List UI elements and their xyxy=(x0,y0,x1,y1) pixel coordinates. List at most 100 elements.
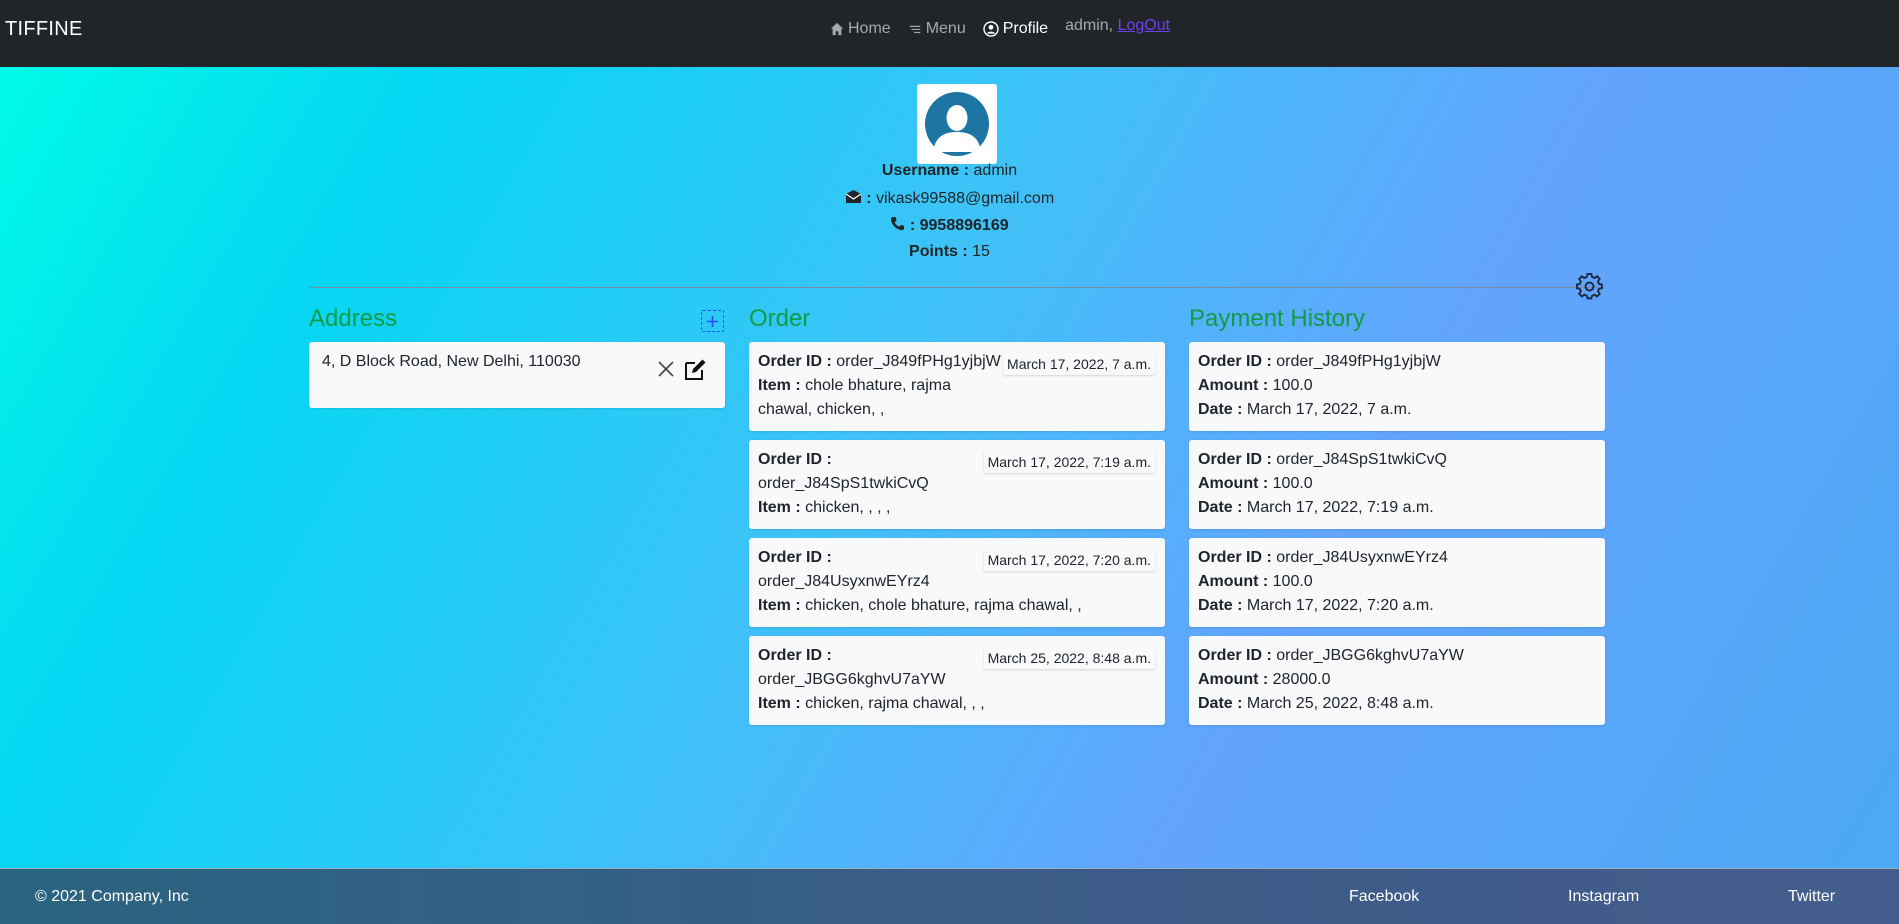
payment-date-label: Date : xyxy=(1198,499,1243,516)
footer: © 2021 Company, Inc Facebook Instagram T… xyxy=(0,868,1899,924)
order-items-row: Item : chicken, rajma chawal, , , xyxy=(758,692,985,716)
order-id: order_JBGG6kghvU7aYW xyxy=(758,671,946,688)
username-value: admin xyxy=(973,162,1018,179)
order-id-label-row: Order ID : xyxy=(758,448,929,472)
section-divider xyxy=(309,287,1604,288)
order-card: Order ID : order_J84UsyxnwEYrz4 Item : c… xyxy=(749,538,1165,627)
order-id-label-row: Order ID : xyxy=(758,644,985,668)
payment-details: Order ID : order_J849fPHg1yjbjW Amount :… xyxy=(1198,350,1441,422)
payment-amount-row: Amount : 28000.0 xyxy=(1198,668,1464,692)
payment-date-label: Date : xyxy=(1198,401,1243,418)
payment-card: Order ID : order_J84SpS1twkiCvQ Amount :… xyxy=(1189,440,1605,529)
address-text: 4, D Block Road, New Delhi, 110030 xyxy=(322,353,581,370)
nav-home-label: Home xyxy=(848,20,891,37)
envelope-icon xyxy=(845,190,862,203)
order-details: Order ID : order_JBGG6kghvU7aYW Item : c… xyxy=(758,644,985,716)
payment-date: March 17, 2022, 7:19 a.m. xyxy=(1246,499,1434,516)
payment-amount-row: Amount : 100.0 xyxy=(1198,472,1447,496)
order-item-label: Item : xyxy=(758,597,801,614)
points-value: 15 xyxy=(972,243,990,260)
nav-username: admin, xyxy=(1065,17,1114,34)
order-details: Order ID : order_J849fPHg1yjbjW Item : c… xyxy=(758,350,1001,422)
payment-id-row: Order ID : order_J849fPHg1yjbjW xyxy=(1198,350,1441,374)
order-id-label: Order ID : xyxy=(758,549,832,566)
payment-details: Order ID : order_J84SpS1twkiCvQ Amount :… xyxy=(1198,448,1447,520)
nav-profile-link[interactable]: Profile xyxy=(983,20,1048,38)
payment-date-row: Date : March 17, 2022, 7:19 a.m. xyxy=(1198,496,1447,520)
payment-id-row: Order ID : order_J84UsyxnwEYrz4 xyxy=(1198,546,1448,570)
add-address-button[interactable] xyxy=(701,310,724,332)
payment-order-id: order_JBGG6kghvU7aYW xyxy=(1276,647,1464,664)
order-items: chicken, chole bhature, rajma chawal, , xyxy=(805,597,1082,614)
payment-card: Order ID : order_J849fPHg1yjbjW Amount :… xyxy=(1189,342,1605,431)
order-id: order_J84UsyxnwEYrz4 xyxy=(758,573,930,590)
order-id-row: Order ID : order_J849fPHg1yjbjW xyxy=(758,350,1001,374)
top-navbar: TIFFINE Home Menu Profile admin, LogOut xyxy=(0,0,1899,67)
footer-link-twitter[interactable]: Twitter xyxy=(1788,888,1835,906)
order-id-label: Order ID : xyxy=(758,647,832,664)
order-item-label: Item : xyxy=(758,695,801,712)
payment-id-label: Order ID : xyxy=(1198,647,1272,664)
payment-amount-label: Amount : xyxy=(1198,671,1269,688)
phone-row: : 9958896169 xyxy=(0,216,1899,235)
points-row: Points : 15 xyxy=(0,243,1899,261)
nav-home-link[interactable]: Home xyxy=(830,20,891,38)
payment-history-title: Payment History xyxy=(1189,305,1366,332)
order-card: Order ID : order_JBGG6kghvU7aYW Item : c… xyxy=(749,636,1165,725)
payment-details: Order ID : order_JBGG6kghvU7aYW Amount :… xyxy=(1198,644,1464,716)
logout-link[interactable]: LogOut xyxy=(1118,17,1170,34)
payment-amount: 100.0 xyxy=(1272,377,1313,394)
footer-link-facebook[interactable]: Facebook xyxy=(1349,888,1419,906)
order-card: Order ID : order_J849fPHg1yjbjW Item : c… xyxy=(749,342,1165,431)
close-icon[interactable] xyxy=(657,360,675,378)
nav-menu-link[interactable]: Menu xyxy=(908,20,966,38)
order-items: chicken, , , , xyxy=(805,499,891,516)
payment-order-id: order_J849fPHg1yjbjW xyxy=(1276,353,1441,370)
payment-amount-label: Amount : xyxy=(1198,573,1269,590)
payment-amount: 100.0 xyxy=(1272,475,1313,492)
order-id-label: Order ID : xyxy=(758,353,832,370)
footer-link-instagram[interactable]: Instagram xyxy=(1568,888,1639,906)
order-item-label: Item : xyxy=(758,499,801,516)
phone-value: 9958896169 xyxy=(919,217,1009,234)
payment-date-row: Date : March 17, 2022, 7 a.m. xyxy=(1198,398,1441,422)
order-items-row: Item : chole bhature, rajma xyxy=(758,374,1001,398)
username-label: Username : xyxy=(881,162,970,179)
payment-id-label: Order ID : xyxy=(1198,549,1272,566)
payment-amount-row: Amount : 100.0 xyxy=(1198,570,1448,594)
nav-menu-label: Menu xyxy=(925,20,966,37)
nav-links: Home Menu Profile admin, LogOut xyxy=(830,17,1170,40)
avatar xyxy=(917,84,997,164)
user-circle-icon xyxy=(983,21,999,37)
username-row: Username : admin xyxy=(0,162,1899,180)
phone-icon xyxy=(891,216,905,231)
home-icon xyxy=(830,22,844,36)
email-label: : xyxy=(866,190,872,207)
user-avatar-icon xyxy=(925,92,989,156)
payment-card: Order ID : order_J84UsyxnwEYrz4 Amount :… xyxy=(1189,538,1605,627)
brand-logo[interactable]: TIFFINE xyxy=(5,18,83,41)
order-item-label: Item : xyxy=(758,377,801,394)
payment-date: March 25, 2022, 8:48 a.m. xyxy=(1246,695,1434,712)
footer-copyright: © 2021 Company, Inc xyxy=(35,888,189,905)
order-items: chole bhature, rajma xyxy=(805,377,951,394)
payment-id-label: Order ID : xyxy=(1198,353,1272,370)
payment-amount-row: Amount : 100.0 xyxy=(1198,374,1441,398)
gear-icon[interactable] xyxy=(1576,273,1604,301)
order-date-badge: March 17, 2022, 7 a.m. xyxy=(1003,353,1155,375)
menu-icon xyxy=(909,25,920,34)
edit-icon[interactable] xyxy=(683,358,707,382)
payment-order-id: order_J84UsyxnwEYrz4 xyxy=(1276,549,1448,566)
payment-id-row: Order ID : order_J84SpS1twkiCvQ xyxy=(1198,448,1447,472)
nav-user-info: admin, LogOut xyxy=(1065,17,1170,35)
order-items-row-cont: chawal, chicken, , xyxy=(758,401,885,418)
order-date-badge: March 17, 2022, 7:20 a.m. xyxy=(983,549,1155,571)
payment-amount-label: Amount : xyxy=(1198,377,1269,394)
plus-icon xyxy=(707,315,718,327)
order-items: chicken, rajma chawal, , , xyxy=(805,695,985,712)
payment-date-row: Date : March 17, 2022, 7:20 a.m. xyxy=(1198,594,1448,618)
payment-date: March 17, 2022, 7 a.m. xyxy=(1246,401,1412,418)
nav-profile-label: Profile xyxy=(1002,20,1049,37)
order-details: Order ID : order_J84SpS1twkiCvQ Item : c… xyxy=(758,448,929,520)
payment-amount-label: Amount : xyxy=(1198,475,1269,492)
